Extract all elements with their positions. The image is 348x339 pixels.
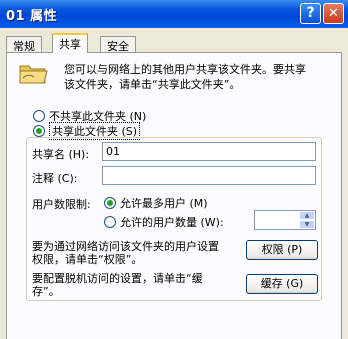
max-allowed-label: 允许最多用户 (M) — [120, 197, 208, 210]
caching-line: 存”。 — [32, 285, 60, 298]
max-allowed-radio[interactable] — [104, 197, 116, 209]
caching-button-label: 缓存 (G) — [260, 277, 304, 290]
close-button[interactable]: ✕ — [323, 3, 344, 24]
tab-security[interactable]: 安全 — [100, 36, 136, 53]
allowed-users-spinner[interactable]: ▲ ▼ — [254, 210, 316, 230]
spin-down-icon[interactable]: ▼ — [299, 220, 315, 229]
help-button[interactable]: ? — [300, 3, 321, 24]
title-bar[interactable]: 01 属性 ? ✕ — [0, 0, 348, 28]
spin-up-icon[interactable]: ▲ — [299, 211, 315, 220]
caching-line: 要配置脱机访问的设置，请单击“缓 — [32, 272, 203, 285]
intro-text: 您可以与网络上的其他用户共享该文件夹。要共享 该文件夹，请单击“共享此文件夹”。 — [64, 62, 324, 92]
shared-folder-icon — [19, 65, 48, 84]
share-name-value: 01 — [106, 145, 120, 158]
comment-label: 注释 (C): — [32, 172, 78, 185]
permissions-text: 要为通过网络访问该文件夹的用户设置 权限，请单击“权限”。 — [32, 240, 219, 266]
comment-input[interactable] — [102, 166, 316, 185]
allowed-users-label: 允许的用户数量 (W): — [120, 216, 224, 229]
intro-line: 您可以与网络上的其他用户共享该文件夹。要共享 — [64, 63, 306, 76]
window-title: 01 属性 — [6, 9, 58, 24]
allowed-users-option[interactable]: 允许的用户数量 (W): — [104, 214, 224, 230]
tab-sharing-label: 共享 — [59, 38, 81, 51]
user-limit-label: 用户数限制: — [32, 198, 91, 211]
share-name-label: 共享名 (H): — [32, 148, 90, 161]
not-shared-radio[interactable] — [33, 110, 45, 122]
caching-button[interactable]: 缓存 (G) — [246, 274, 318, 294]
help-icon: ? — [306, 5, 315, 21]
permissions-line: 要为通过网络访问该文件夹的用户设置 — [32, 240, 219, 253]
share-name-input[interactable]: 01 — [102, 142, 316, 161]
tab-general[interactable]: 常规 — [6, 36, 42, 53]
close-icon: ✕ — [328, 6, 339, 21]
intro-line: 该文件夹，请单击“共享此文件夹”。 — [64, 78, 241, 91]
caching-text: 要配置脱机访问的设置，请单击“缓 存”。 — [32, 272, 203, 298]
permissions-line: 权限，请单击“权限”。 — [32, 253, 143, 266]
permissions-button[interactable]: 权限 (P) — [246, 240, 318, 260]
tab-sharing[interactable]: 共享 — [52, 33, 88, 53]
shared-radio[interactable] — [33, 125, 45, 137]
max-allowed-option[interactable]: 允许最多用户 (M) — [104, 195, 208, 211]
permissions-button-label: 权限 (P) — [261, 243, 303, 256]
allowed-users-radio[interactable] — [104, 216, 116, 228]
